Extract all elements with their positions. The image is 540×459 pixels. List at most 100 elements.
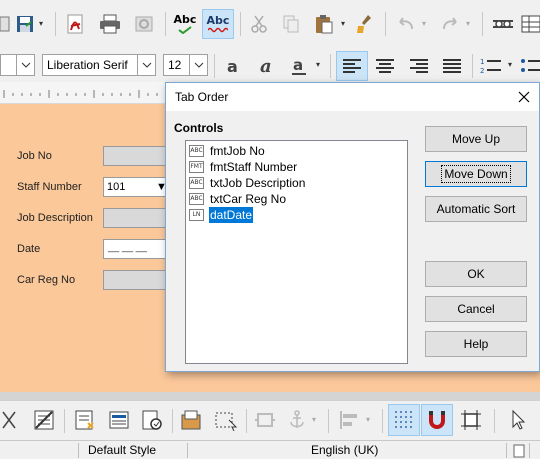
undo-dropdown-icon[interactable]: ▾ — [422, 19, 426, 28]
car-reg-no-label: Car Reg No — [17, 274, 76, 286]
page-style-status[interactable]: Default Style — [88, 443, 156, 457]
date-field-icon: LN — [189, 209, 204, 221]
italic-icon[interactable]: a — [253, 53, 281, 79]
document-modified-icon[interactable] — [513, 444, 525, 459]
spelling-button[interactable]: Abc — [170, 10, 200, 38]
staff-number-value: 101 — [107, 181, 126, 193]
svg-text:a: a — [260, 56, 272, 76]
date-field[interactable]: __ __ __ — [103, 239, 173, 259]
language-status[interactable]: English (UK) — [311, 443, 378, 457]
bullet-list-icon[interactable] — [520, 53, 540, 79]
clone-formatting-icon[interactable] — [352, 12, 378, 36]
save-dropdown-icon[interactable]: ▾ — [39, 19, 43, 28]
redo-icon[interactable] — [436, 12, 464, 36]
text-field-icon: ABC — [189, 193, 204, 205]
form-properties-icon[interactable] — [70, 407, 100, 433]
list-item[interactable]: FMT fmtStaff Number — [189, 159, 298, 175]
chevron-down-icon[interactable] — [137, 55, 155, 75]
justify-icon[interactable] — [437, 53, 467, 79]
snap-to-grid-icon[interactable] — [421, 404, 453, 436]
help-button[interactable]: Help — [425, 331, 527, 357]
move-down-label: Move Down — [441, 165, 511, 183]
font-name-combo[interactable]: Liberation Serif — [42, 54, 156, 76]
control-name: txtCar Reg No — [210, 192, 287, 206]
toolbar-separator — [55, 12, 56, 36]
paste-icon[interactable] — [310, 12, 338, 36]
cancel-button[interactable]: Cancel — [425, 296, 527, 322]
underline-dropdown-icon[interactable]: ▾ — [316, 60, 320, 69]
svg-text:a: a — [227, 57, 238, 76]
toolbar-separator — [172, 409, 173, 433]
job-no-field[interactable] — [103, 146, 173, 166]
align-objects-dropdown-icon[interactable]: ▾ — [366, 415, 370, 424]
paste-dropdown-icon[interactable]: ▾ — [341, 19, 345, 28]
standard-toolbar: ▾ Abc Abc ▾ ▾ ▾ — [0, 0, 540, 48]
move-up-button[interactable]: Move Up — [425, 126, 527, 152]
print-preview-icon[interactable] — [130, 12, 158, 36]
squiggle-icon — [208, 27, 228, 33]
font-size-value: 12 — [168, 58, 182, 72]
chevron-down-icon[interactable] — [189, 55, 207, 75]
list-item-selected[interactable]: LN datDate — [189, 207, 254, 223]
copy-icon[interactable] — [278, 12, 304, 36]
paragraph-style-combo[interactable] — [0, 54, 35, 76]
save-icon[interactable] — [12, 12, 38, 36]
list-item[interactable]: ABC fmtJob No — [189, 143, 266, 159]
automatic-sort-button[interactable]: Automatic Sort — [425, 196, 527, 222]
form-navigator-icon[interactable] — [0, 407, 18, 433]
find-replace-icon[interactable] — [490, 12, 516, 36]
selection-icon[interactable] — [211, 407, 241, 433]
ok-button[interactable]: OK — [425, 261, 527, 287]
print-icon[interactable] — [96, 12, 124, 36]
dialog-title-bar[interactable]: Tab Order — [166, 83, 539, 111]
activation-order-icon[interactable] — [104, 407, 134, 433]
numbered-list-icon[interactable]: 12 — [477, 53, 505, 79]
align-objects-icon[interactable] — [334, 407, 364, 433]
move-down-button[interactable]: Move Down — [425, 161, 527, 187]
anchor-dropdown-icon[interactable]: ▾ — [312, 415, 316, 424]
position-size-icon[interactable] — [252, 407, 278, 433]
control-properties-icon[interactable] — [30, 407, 58, 433]
insert-table-icon[interactable] — [520, 12, 540, 36]
align-left-icon[interactable] — [336, 51, 368, 81]
close-icon[interactable] — [515, 88, 533, 106]
select-pointer-icon[interactable] — [504, 407, 532, 433]
open-icon[interactable] — [0, 12, 12, 36]
toolbar-separator — [165, 12, 166, 36]
staff-number-field[interactable]: 101 ▼ — [103, 177, 173, 197]
car-reg-no-field[interactable] — [103, 270, 173, 290]
toolbar-separator — [482, 12, 483, 36]
add-field-icon[interactable] — [177, 407, 207, 433]
underline-icon[interactable]: a — [285, 53, 313, 79]
list-item[interactable]: ABC txtCar Reg No — [189, 191, 287, 207]
font-name-value: Liberation Serif — [47, 58, 128, 72]
cut-icon[interactable] — [246, 12, 272, 36]
anchor-icon[interactable] — [284, 407, 310, 433]
undo-icon[interactable] — [392, 12, 420, 36]
font-size-combo[interactable]: 12 — [163, 54, 208, 76]
redo-dropdown-icon[interactable]: ▾ — [466, 19, 470, 28]
formatting-toolbar: Liberation Serif 12 a a a ▾ 12 ▾ — [0, 48, 540, 82]
display-grid-icon[interactable] — [388, 404, 420, 436]
status-separator — [529, 443, 530, 458]
text-field-icon: ABC — [189, 145, 204, 157]
tab-order-icon[interactable] — [137, 407, 167, 433]
align-right-icon[interactable] — [404, 53, 434, 79]
status-bar: Default Style English (UK) — [0, 440, 540, 459]
align-center-icon[interactable] — [370, 53, 400, 79]
toolbar-separator — [246, 409, 247, 433]
cancel-label: Cancel — [457, 302, 495, 316]
controls-label: Controls — [174, 121, 224, 135]
chevron-down-icon[interactable] — [16, 55, 34, 75]
bold-icon[interactable]: a — [220, 53, 248, 79]
numbered-list-dropdown-icon[interactable]: ▾ — [508, 60, 512, 69]
auto-spellcheck-toggle[interactable]: Abc — [202, 9, 234, 39]
list-item[interactable]: ABC txtJob Description — [189, 175, 306, 191]
controls-list[interactable]: ABC fmtJob No FMT fmtStaff Number ABC tx… — [185, 140, 408, 364]
automatic-sort-label: Automatic Sort — [436, 202, 516, 216]
toolbar-separator — [472, 54, 473, 78]
export-pdf-icon[interactable] — [62, 12, 88, 36]
status-separator — [78, 443, 79, 458]
job-description-field[interactable] — [103, 208, 173, 228]
helplines-while-moving-icon[interactable] — [456, 407, 486, 433]
